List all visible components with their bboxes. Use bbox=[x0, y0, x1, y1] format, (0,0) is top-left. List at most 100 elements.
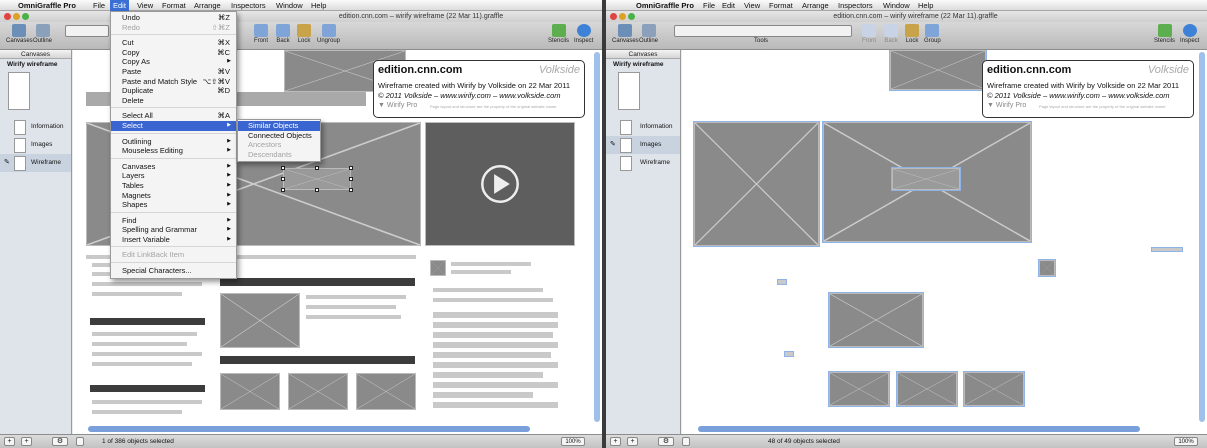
image-placeholder[interactable] bbox=[896, 371, 958, 407]
menu-file[interactable]: File bbox=[703, 0, 715, 11]
zoom-window-button[interactable] bbox=[22, 13, 29, 20]
vertical-scrollbar[interactable] bbox=[594, 52, 600, 422]
layer-images[interactable]: Images bbox=[0, 136, 71, 154]
front-button[interactable]: Front bbox=[254, 24, 268, 44]
menu-format[interactable]: Format bbox=[769, 0, 793, 11]
menu-item-paste[interactable]: Paste ⌘V bbox=[111, 67, 236, 77]
menu-item-delete[interactable]: Delete bbox=[111, 96, 236, 106]
menu-item-copy[interactable]: Copy ⌘C bbox=[111, 48, 236, 58]
submenu-item-descendants[interactable]: Descendants bbox=[238, 150, 320, 160]
close-window-button[interactable] bbox=[610, 13, 617, 20]
zoom-select[interactable]: 100% bbox=[561, 437, 585, 446]
layer-information[interactable]: Information bbox=[606, 118, 680, 136]
back-button[interactable]: Back bbox=[276, 24, 290, 44]
wirify-info-note[interactable]: edition.cnn.com Volkside Wireframe creat… bbox=[373, 60, 585, 118]
gear-icon[interactable]: ⚙ bbox=[52, 437, 68, 446]
selection-handle[interactable] bbox=[349, 188, 353, 192]
canvases-button[interactable]: Canvases bbox=[6, 24, 33, 44]
menu-file[interactable]: File bbox=[93, 0, 105, 11]
add-layer-button[interactable]: + bbox=[627, 437, 638, 446]
menu-help[interactable]: Help bbox=[918, 0, 933, 11]
menu-item-mouseless-editing[interactable]: Mouseless Editing ▶ bbox=[111, 146, 236, 156]
layer-wireframe[interactable]: Wireframe bbox=[606, 154, 680, 172]
menu-inspectors[interactable]: Inspectors bbox=[231, 0, 266, 11]
small-shape[interactable] bbox=[1151, 247, 1183, 252]
submenu-item-ancestors[interactable]: Ancestors bbox=[238, 140, 320, 150]
canvas-name[interactable]: Wirify wireframe bbox=[606, 61, 680, 68]
image-placeholder[interactable] bbox=[828, 371, 890, 407]
menu-item-magnets[interactable]: Magnets ▶ bbox=[111, 191, 236, 201]
wirify-info-note[interactable]: edition.cnn.com Volkside Wireframe creat… bbox=[982, 60, 1194, 118]
image-placeholder[interactable] bbox=[220, 373, 280, 410]
menu-item-cut[interactable]: Cut ⌘X bbox=[111, 38, 236, 48]
image-placeholder[interactable] bbox=[889, 50, 987, 91]
submenu-item-connected-objects[interactable]: Connected Objects bbox=[238, 131, 320, 141]
menu-view[interactable]: View bbox=[137, 0, 153, 11]
image-placeholder[interactable] bbox=[1038, 259, 1056, 277]
lock-button[interactable]: Lock bbox=[905, 24, 919, 44]
menu-item-select-all[interactable]: Select All ⌘A bbox=[111, 111, 236, 121]
add-layer-button[interactable]: + bbox=[21, 437, 32, 446]
canvas[interactable]: edition.cnn.com Volkside Wireframe creat… bbox=[682, 50, 1207, 434]
menu-window[interactable]: Window bbox=[883, 0, 910, 11]
selection-handle[interactable] bbox=[349, 177, 353, 181]
image-placeholder[interactable] bbox=[963, 371, 1025, 407]
menu-item-canvases[interactable]: Canvases ▶ bbox=[111, 162, 236, 172]
menu-item-redo[interactable]: Redo ⇧⌘Z bbox=[111, 23, 236, 33]
menu-item-shapes[interactable]: Shapes ▶ bbox=[111, 200, 236, 210]
selection-handle[interactable] bbox=[349, 166, 353, 170]
video-placeholder[interactable] bbox=[425, 122, 575, 246]
image-placeholder[interactable] bbox=[430, 260, 446, 276]
menu-inspectors[interactable]: Inspectors bbox=[838, 0, 873, 11]
menu-item-select[interactable]: Select ▶ bbox=[111, 120, 236, 131]
add-canvas-button[interactable]: + bbox=[610, 437, 621, 446]
selection-handle[interactable] bbox=[281, 188, 285, 192]
close-window-button[interactable] bbox=[4, 13, 11, 20]
outline-button[interactable]: Outline bbox=[33, 24, 52, 44]
tools-palette[interactable] bbox=[674, 25, 852, 37]
gear-icon[interactable]: ⚙ bbox=[658, 437, 674, 446]
menu-item-insert-variable[interactable]: Insert Variable ▶ bbox=[111, 235, 236, 245]
menu-item-spelling-and-grammar[interactable]: Spelling and Grammar ▶ bbox=[111, 225, 236, 235]
menu-item-special-characters[interactable]: Special Characters... bbox=[111, 266, 236, 276]
stencils-button[interactable]: Stencils bbox=[548, 24, 569, 44]
menu-item-outlining[interactable]: Outlining ▶ bbox=[111, 137, 236, 147]
selection-handle[interactable] bbox=[281, 166, 285, 170]
ungroup-button[interactable]: Ungroup bbox=[317, 24, 340, 44]
image-placeholder[interactable] bbox=[356, 373, 416, 410]
menu-item-undo[interactable]: Undo ⌘Z bbox=[111, 13, 236, 23]
menu-help[interactable]: Help bbox=[311, 0, 326, 11]
layer-wireframe[interactable]: ✎ Wireframe bbox=[0, 154, 71, 172]
canvas-thumbnail[interactable] bbox=[8, 72, 30, 110]
menu-window[interactable]: Window bbox=[276, 0, 303, 11]
minimize-window-button[interactable] bbox=[13, 13, 20, 20]
panel-toggle-button[interactable] bbox=[682, 437, 690, 446]
menu-arrange[interactable]: Arrange bbox=[802, 0, 829, 11]
layer-images[interactable]: ✎ Images bbox=[606, 136, 680, 154]
canvas-name[interactable]: Wirify wireframe bbox=[0, 61, 71, 68]
selected-shape[interactable] bbox=[283, 168, 351, 190]
small-shape[interactable] bbox=[777, 279, 787, 285]
canvases-button[interactable]: Canvases bbox=[612, 24, 639, 44]
image-placeholder[interactable] bbox=[891, 167, 961, 191]
menu-item-paste-and-match-style[interactable]: Paste and Match Style ⌥⇧⌘V bbox=[111, 77, 236, 87]
menu-app[interactable]: OmniGraffle Pro bbox=[636, 0, 694, 11]
submenu-item-similar-objects[interactable]: Similar Objects bbox=[238, 121, 320, 131]
horizontal-scrollbar[interactable] bbox=[88, 426, 530, 432]
selection-handle[interactable] bbox=[281, 177, 285, 181]
selection-handle[interactable] bbox=[315, 188, 319, 192]
menu-item-edit-linkback-item[interactable]: Edit LinkBack Item bbox=[111, 250, 236, 260]
menu-item-layers[interactable]: Layers ▶ bbox=[111, 171, 236, 181]
outline-button[interactable]: Outline bbox=[639, 24, 658, 44]
menu-item-duplicate[interactable]: Duplicate ⌘D bbox=[111, 86, 236, 96]
tools-group[interactable] bbox=[65, 25, 109, 37]
menu-item-tables[interactable]: Tables ▶ bbox=[111, 181, 236, 191]
minimize-window-button[interactable] bbox=[619, 13, 626, 20]
menu-view[interactable]: View bbox=[744, 0, 760, 11]
menu-arrange[interactable]: Arrange bbox=[194, 0, 221, 11]
inspect-button[interactable]: Inspect bbox=[574, 24, 593, 44]
menu-edit[interactable]: Edit bbox=[110, 0, 129, 11]
vertical-scrollbar[interactable] bbox=[1199, 52, 1205, 422]
menu-item-find[interactable]: Find ▶ bbox=[111, 216, 236, 226]
image-placeholder[interactable] bbox=[828, 292, 924, 348]
